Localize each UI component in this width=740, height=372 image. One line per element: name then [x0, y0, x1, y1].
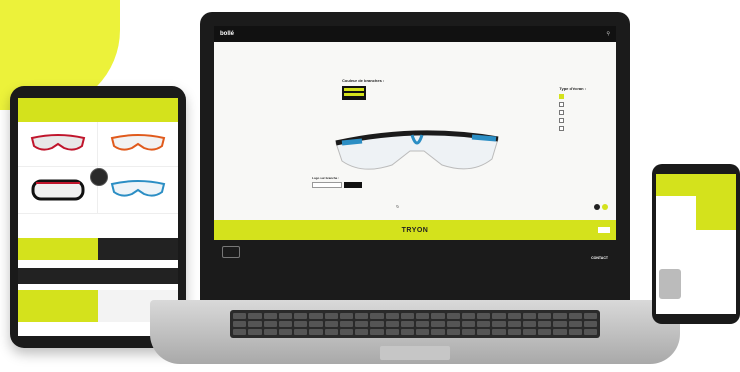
frame-color-title: Couleur de branches : — [342, 78, 385, 83]
model-name: TRYON — [401, 226, 429, 234]
tablet-mid-banner — [18, 268, 178, 284]
phone-device — [652, 164, 740, 324]
phone-screen — [656, 174, 736, 314]
phone-promo — [656, 266, 736, 302]
keyboard — [230, 310, 600, 338]
checkbox-icon — [559, 110, 565, 115]
lens-option[interactable] — [559, 110, 586, 115]
glasses-image — [110, 180, 166, 197]
lens-type-selector: Type d'écran : — [559, 86, 586, 131]
contact-title: CONTACT — [591, 256, 608, 260]
footer-contact: CONTACT — [591, 246, 608, 292]
logo-upload-title: Logo sur branche : — [312, 176, 340, 180]
center-badge[interactable] — [90, 168, 108, 186]
logo-upload-row — [312, 182, 362, 188]
frame-color-selector: Couleur de branches : — [342, 78, 384, 102]
footer-logo-icon — [222, 246, 240, 258]
view-dot-icon[interactable] — [602, 204, 608, 210]
product-card[interactable] — [98, 167, 178, 214]
checkbox-icon — [559, 94, 565, 99]
lens-option[interactable] — [559, 118, 586, 123]
configurator-bar: TRYON — [214, 220, 616, 240]
device-mockup-stage: bollé ⚲ Couleur de branches : Type d'écr… — [0, 0, 740, 372]
site-footer: CONTACT — [214, 240, 616, 292]
next-button[interactable] — [598, 227, 610, 233]
lens-option[interactable] — [559, 126, 586, 131]
laptop-device: bollé ⚲ Couleur de branches : Type d'écr… — [200, 12, 630, 302]
rotate-360-icon[interactable]: ↻ — [396, 204, 399, 209]
laptop-screen: bollé ⚲ Couleur de branches : Type d'écr… — [214, 26, 616, 292]
brand-logo[interactable]: bollé — [220, 31, 234, 37]
tablet-feature-bar — [18, 238, 178, 260]
phone-top-banner — [656, 174, 736, 196]
logo-upload: Logo sur branche : — [312, 176, 362, 188]
bottom-tile-left[interactable] — [18, 290, 98, 322]
search-icon[interactable]: ⚲ — [606, 31, 610, 37]
phone-tile-right[interactable] — [696, 196, 736, 230]
nav-menu: ⚲ — [570, 31, 610, 37]
trackpad — [380, 346, 450, 360]
person-image — [659, 269, 681, 299]
glasses-image — [30, 134, 85, 151]
feature-right — [98, 238, 178, 260]
view-dot-icon[interactable] — [594, 204, 600, 210]
logo-upload-button[interactable] — [344, 182, 362, 188]
phone-tile-left[interactable] — [656, 196, 696, 230]
product-card[interactable] — [18, 122, 98, 167]
tablet-banner — [18, 98, 178, 122]
product-card[interactable] — [18, 167, 98, 214]
glasses-image — [110, 134, 166, 151]
lens-option[interactable] — [559, 102, 586, 107]
product-card[interactable] — [98, 122, 178, 167]
logo-file-input[interactable] — [312, 182, 342, 188]
lens-type-title: Type d'écran : — [559, 86, 586, 91]
lens-options — [559, 94, 586, 131]
product-glasses-image — [335, 130, 499, 170]
checkbox-icon — [559, 126, 565, 131]
lens-option[interactable] — [559, 94, 586, 99]
glasses-image — [31, 179, 84, 201]
color-option[interactable] — [344, 88, 364, 91]
laptop-keyboard-base — [150, 300, 680, 364]
footer-brand — [222, 246, 240, 292]
phone-tiles-row — [656, 196, 736, 230]
feature-left — [18, 238, 98, 260]
checkbox-icon — [559, 118, 565, 123]
top-navigation: bollé ⚲ — [214, 26, 616, 42]
checkbox-icon — [559, 102, 565, 107]
color-option[interactable] — [344, 93, 364, 96]
view-controls — [594, 204, 608, 210]
frame-color-options[interactable] — [342, 86, 366, 100]
